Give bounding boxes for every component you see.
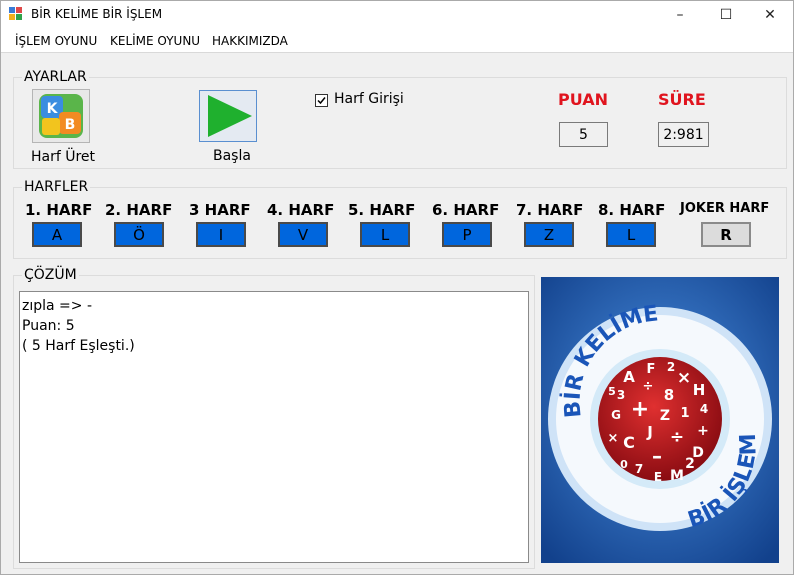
- logo-glyph-13: 1: [680, 406, 689, 421]
- letter-label-6: 6. HARF: [432, 201, 500, 219]
- logo-glyph-14: 4: [700, 402, 708, 416]
- logo-glyph-3: 2: [667, 360, 675, 374]
- close-icon: ✕: [764, 7, 776, 23]
- letter-label-7: 7. HARF: [516, 201, 584, 219]
- time-title: SÜRE: [658, 90, 706, 109]
- icon-letter-k: K: [47, 101, 59, 117]
- letter-input-checkbox[interactable]: [315, 94, 328, 107]
- letter-button-3[interactable]: I: [196, 222, 246, 247]
- maximize-icon: ☐: [719, 7, 733, 23]
- logo-glyph-6: ÷: [643, 379, 654, 394]
- maximize-button[interactable]: ☐: [703, 1, 749, 29]
- letter-button-8[interactable]: L: [606, 222, 656, 247]
- generate-letters-button[interactable]: K B: [32, 89, 90, 143]
- letter-label-8: 8. HARF: [598, 201, 666, 219]
- solution-group-title: ÇÖZÜM: [22, 267, 79, 283]
- logo-glyph-12: Z: [660, 408, 670, 424]
- settings-group-title: AYARLAR: [22, 69, 89, 85]
- letter-button-6[interactable]: P: [442, 222, 492, 247]
- letter-label-2: 2. HARF: [105, 201, 173, 219]
- start-label: Başla: [213, 148, 251, 164]
- app-window: BİR KELİME BİR İŞLEM – ☐ ✕ İŞLEM OYUNU K…: [0, 0, 794, 575]
- joker-label: JOKER HARF: [680, 201, 770, 216]
- letter-button-1[interactable]: A: [32, 222, 82, 247]
- logo-glyph-10: 8: [664, 386, 674, 404]
- logo-glyph-11: G: [611, 408, 621, 422]
- letter-input-label[interactable]: Harf Girişi: [334, 91, 404, 107]
- title-bar: BİR KELİME BİR İŞLEM – ☐ ✕: [1, 1, 793, 29]
- app-icon: [9, 7, 22, 20]
- menu-islem-oyunu[interactable]: İŞLEM OYUNU: [15, 34, 97, 48]
- logo-glyph-17: J: [646, 423, 653, 441]
- generate-letters-label: Harf Üret: [31, 149, 96, 165]
- minimize-icon: –: [676, 7, 684, 23]
- logo-glyph-22: 0: [620, 458, 628, 471]
- letters-group-title: HARFLER: [22, 179, 91, 195]
- logo-glyph-18: ÷: [670, 427, 684, 447]
- score-value: 5: [559, 122, 608, 147]
- solution-line-2: Puan: 5: [22, 318, 75, 334]
- joker-letter-button[interactable]: R: [701, 222, 751, 247]
- start-button[interactable]: [199, 90, 257, 142]
- letter-label-5: 5. HARF: [348, 201, 416, 219]
- score-title: PUAN: [558, 90, 608, 109]
- logo-glyph-2: F: [647, 362, 656, 377]
- letter-blocks-icon: K B: [39, 94, 83, 138]
- logo-glyph-23: 7: [635, 462, 643, 476]
- play-icon: [208, 95, 252, 137]
- window-title: BİR KELİME BİR İŞLEM: [31, 7, 163, 21]
- logo-glyph-25: M: [670, 468, 684, 484]
- letter-button-2[interactable]: Ö: [114, 222, 164, 247]
- logo-glyph-21: –: [652, 444, 662, 468]
- letter-label-1: 1. HARF: [25, 201, 93, 219]
- logo-glyph-7: 5: [608, 385, 616, 398]
- letter-label-4: 4. HARF: [267, 201, 335, 219]
- logo-glyph-8: H: [693, 381, 706, 399]
- close-button[interactable]: ✕: [747, 1, 793, 29]
- letter-button-7[interactable]: Z: [524, 222, 574, 247]
- logo-glyph-26: 2: [685, 456, 695, 472]
- logo-glyph-24: E: [654, 470, 662, 484]
- logo-glyph-1: A: [623, 368, 635, 386]
- letter-button-4[interactable]: V: [278, 222, 328, 247]
- logo-glyph-15: ×: [608, 431, 619, 446]
- letter-button-5[interactable]: L: [360, 222, 410, 247]
- logo-glyph-19: +: [697, 423, 709, 439]
- icon-letter-b: B: [65, 117, 76, 133]
- logo-glyph-16: C: [623, 433, 635, 452]
- menu-kelime-oyunu[interactable]: KELİME OYUNU: [110, 34, 200, 48]
- menu-bar: İŞLEM OYUNU KELİME OYUNU HAKKIMIZDA: [1, 29, 793, 53]
- letter-label-3: 3 HARF: [189, 201, 251, 219]
- logo-glyph-9: +: [631, 397, 649, 422]
- logo-glyph-4: ×: [677, 368, 691, 388]
- time-value: 2:981: [658, 122, 709, 147]
- game-logo-image: BİR KELİME BİR İŞLEM A F 2 × 3 ÷ 5 H + 8…: [541, 277, 779, 563]
- solution-line-1: zıpla => -: [22, 298, 93, 314]
- solution-line-3: ( 5 Harf Eşleşti.): [22, 338, 135, 354]
- logo-glyph-5: 3: [617, 388, 625, 402]
- minimize-button[interactable]: –: [657, 1, 703, 29]
- menu-hakkimizda[interactable]: HAKKIMIZDA: [212, 34, 288, 48]
- solution-textbox[interactable]: zıpla => - Puan: 5 ( 5 Harf Eşleşti.): [19, 291, 529, 563]
